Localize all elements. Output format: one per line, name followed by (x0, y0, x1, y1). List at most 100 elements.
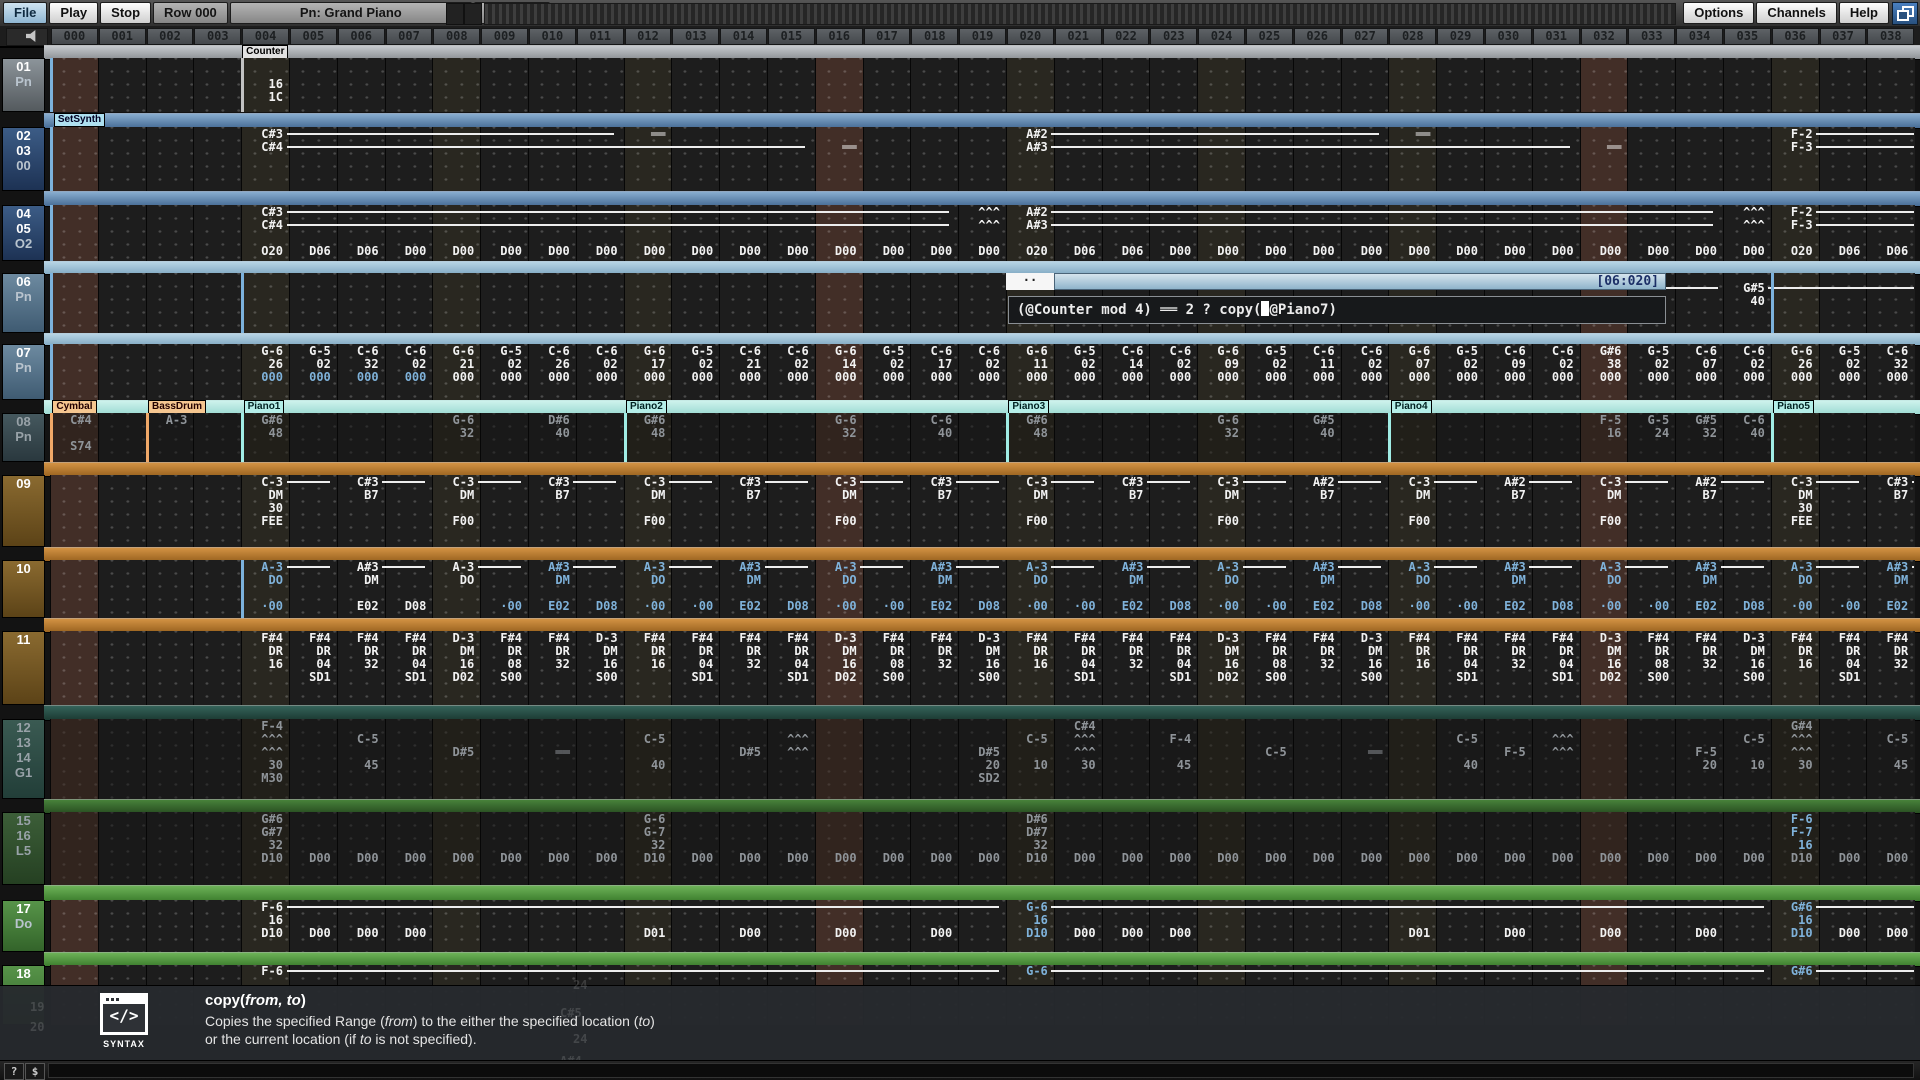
pattern-cell[interactable] (289, 475, 338, 547)
pattern-cell[interactable] (767, 413, 816, 462)
pattern-cell[interactable] (1436, 58, 1485, 112)
column-header-cell[interactable]: 034 (1676, 28, 1723, 45)
pattern-cell[interactable] (50, 812, 99, 885)
pattern-cell[interactable] (1484, 127, 1533, 191)
pattern-cell[interactable] (1484, 58, 1533, 112)
pattern-cell[interactable] (1102, 719, 1151, 799)
pattern-cell[interactable] (863, 58, 912, 112)
column-header-cell[interactable]: 010 (529, 28, 576, 45)
pattern-cell[interactable] (98, 58, 147, 112)
pattern-cell[interactable] (1627, 127, 1676, 191)
pattern-cell[interactable] (50, 127, 99, 191)
pattern-cell[interactable] (1532, 127, 1581, 191)
pattern-cell[interactable] (719, 719, 768, 799)
pattern-cell[interactable] (528, 719, 577, 799)
pattern-cell[interactable] (910, 812, 959, 885)
pattern-cell[interactable] (193, 58, 242, 112)
pattern-cell[interactable] (671, 812, 720, 885)
pattern-cell[interactable] (1723, 58, 1772, 112)
pattern-cell[interactable] (1675, 812, 1724, 885)
pattern-cell[interactable] (432, 127, 481, 191)
pattern-cell[interactable] (767, 273, 816, 333)
pattern-cell[interactable] (289, 127, 338, 191)
pattern-cell[interactable] (1293, 719, 1342, 799)
pattern-cell[interactable] (863, 127, 912, 191)
pattern-cell[interactable] (50, 273, 99, 333)
pattern-cell[interactable] (146, 127, 195, 191)
pattern-cell[interactable] (1532, 812, 1581, 885)
module-chip-piano3[interactable]: Piano3 (1008, 400, 1049, 414)
pattern-cell[interactable] (863, 273, 912, 333)
pattern-cell[interactable] (910, 127, 959, 191)
pattern-cell[interactable] (1293, 812, 1342, 885)
pattern-cell[interactable] (576, 127, 625, 191)
pattern-cell[interactable] (193, 631, 242, 705)
pattern-cell[interactable] (385, 812, 434, 885)
column-header-cell[interactable]: 004 (242, 28, 289, 45)
pattern-cell[interactable] (1580, 719, 1629, 799)
pattern-cell[interactable] (385, 273, 434, 333)
pattern-cell[interactable] (1245, 812, 1294, 885)
menu-button-instrument[interactable]: Pn: Grand Piano (230, 2, 472, 24)
pattern-cell[interactable] (337, 273, 386, 333)
pattern-cell[interactable] (1723, 127, 1772, 191)
pattern-cell[interactable] (1197, 719, 1246, 799)
pattern-cell[interactable] (1819, 58, 1868, 112)
column-header-cell[interactable]: 026 (1294, 28, 1341, 45)
track-row-label-09[interactable]: 09 (2, 475, 45, 547)
menu-button-play[interactable]: Play (49, 2, 98, 24)
pattern-cell[interactable] (624, 58, 673, 112)
pattern-cell[interactable] (146, 58, 195, 112)
pattern-cell[interactable] (1245, 719, 1294, 799)
pattern-cell[interactable] (1532, 719, 1581, 799)
column-header-cell[interactable]: 000 (51, 28, 98, 45)
pattern-cell[interactable] (719, 812, 768, 885)
pattern-cell[interactable] (767, 475, 816, 547)
menu-button-stop[interactable]: Stop (100, 2, 151, 24)
pattern-cell[interactable] (337, 812, 386, 885)
pattern-cell[interactable] (289, 58, 338, 112)
pattern-cell[interactable] (480, 413, 529, 462)
column-header-cell[interactable]: 018 (911, 28, 958, 45)
pattern-cell[interactable] (50, 344, 99, 400)
pattern-cell[interactable] (480, 475, 529, 547)
pattern-cell[interactable] (98, 205, 147, 261)
pattern-cell[interactable] (1580, 58, 1629, 112)
pattern-cell[interactable] (1102, 812, 1151, 885)
column-header-cell[interactable]: 007 (386, 28, 433, 45)
column-header-cell[interactable]: 023 (1150, 28, 1197, 45)
pattern-cell[interactable] (193, 812, 242, 885)
pattern-cell[interactable] (1054, 58, 1103, 112)
pattern-cell[interactable] (1436, 812, 1485, 885)
pattern-cell[interactable] (50, 58, 99, 112)
window-restore-button[interactable] (1892, 2, 1918, 25)
pattern-cell[interactable] (1484, 812, 1533, 885)
pattern-cell[interactable] (1054, 127, 1103, 191)
pattern-cell[interactable] (1102, 58, 1151, 112)
pattern-cell[interactable] (958, 273, 1007, 333)
column-header-cell[interactable]: 036 (1772, 28, 1819, 45)
column-header-cell[interactable]: 021 (1055, 28, 1102, 45)
expression-input[interactable]: (@Counter mod 4) ══ 2 ? copy(@Piano7) (1008, 296, 1666, 324)
pattern-cell[interactable] (1149, 812, 1198, 885)
pattern-cell[interactable] (863, 475, 912, 547)
cursor-cell[interactable]: ·· (1006, 273, 1054, 290)
module-chip-counter[interactable]: Counter (242, 45, 288, 59)
pattern-cell[interactable] (671, 719, 720, 799)
pattern-cell[interactable] (337, 127, 386, 191)
column-header-cell[interactable]: 038 (1867, 28, 1914, 45)
pattern-cell[interactable] (146, 273, 195, 333)
pattern-cell[interactable] (1293, 58, 1342, 112)
pattern-cell[interactable] (1006, 58, 1055, 112)
pattern-cell[interactable] (1675, 273, 1724, 333)
pattern-cell[interactable] (50, 631, 99, 705)
track-row-label-17[interactable]: 17Do (2, 900, 45, 952)
pattern-cell[interactable] (863, 413, 912, 462)
pattern-cell[interactable] (146, 719, 195, 799)
pattern-cell[interactable] (289, 812, 338, 885)
pattern-cell[interactable] (528, 273, 577, 333)
pattern-cell[interactable] (146, 205, 195, 261)
pattern-cell[interactable] (1341, 812, 1390, 885)
column-header-cell[interactable]: 030 (1485, 28, 1532, 45)
pattern-cell[interactable] (193, 475, 242, 547)
